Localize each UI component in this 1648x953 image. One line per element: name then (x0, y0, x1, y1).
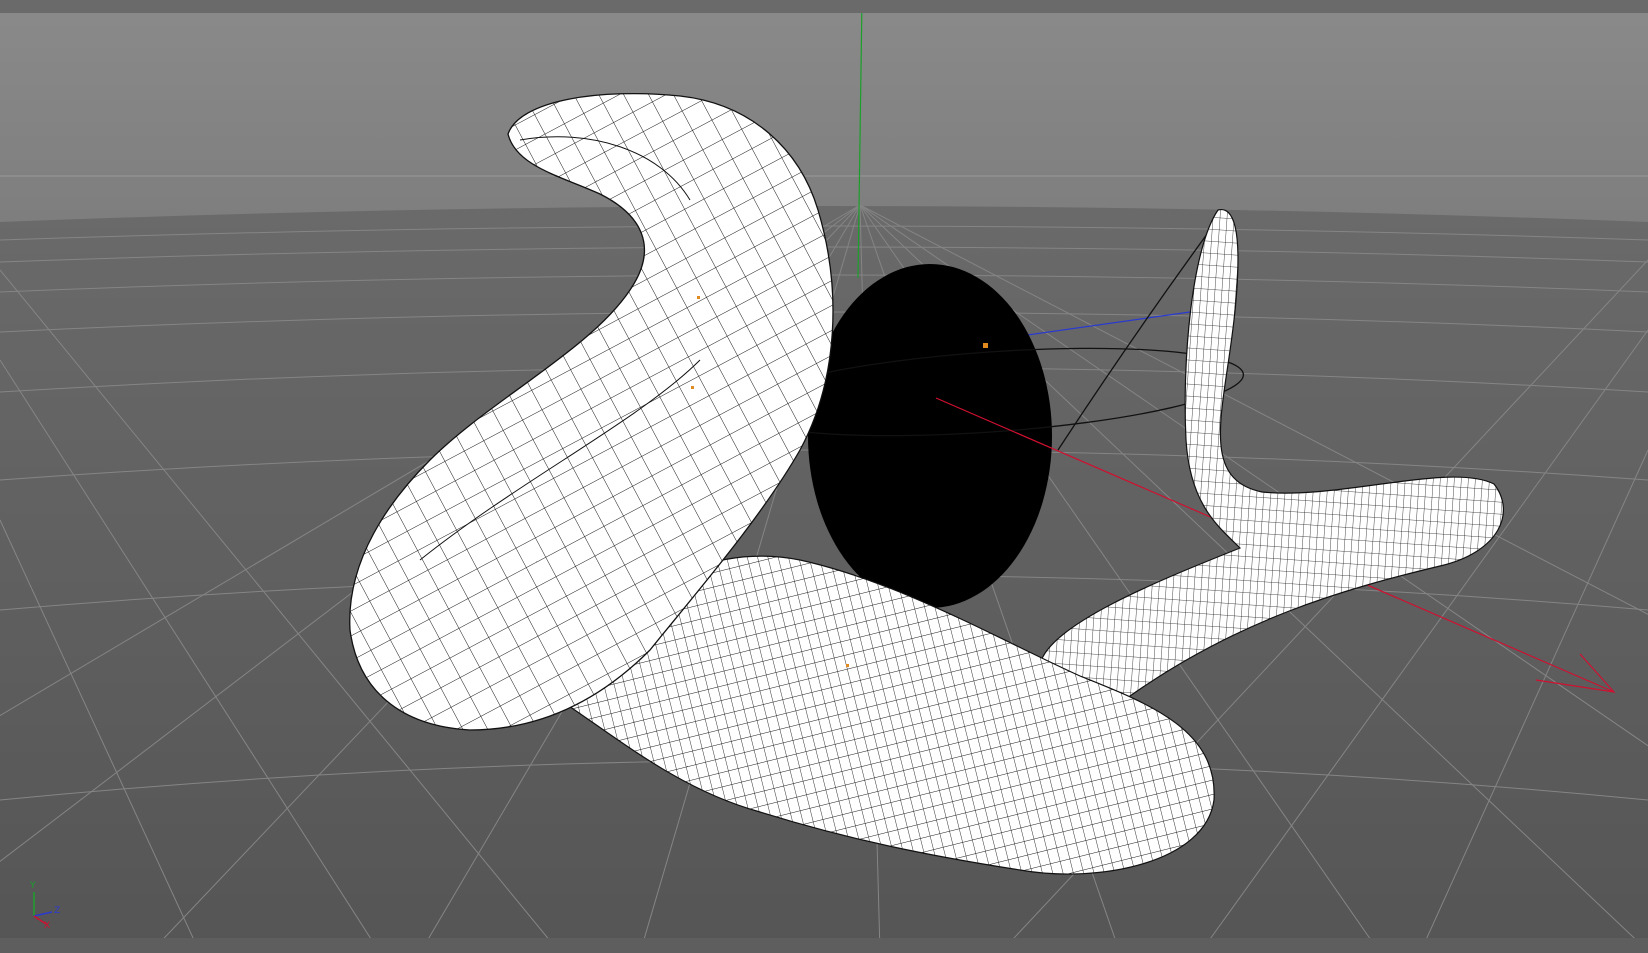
gizmo-x-label: X (44, 921, 51, 931)
black-sphere[interactable] (808, 264, 1052, 608)
viewport-bottom-bar (0, 938, 1648, 953)
gizmo-y-label: Y (30, 881, 36, 891)
gizmo-z-label: Z (54, 906, 61, 916)
scene-canvas[interactable] (0, 0, 1648, 953)
sky-background (0, 0, 1648, 222)
viewport-top-bar (0, 0, 1648, 13)
axis-orientation-gizmo: Y Z X (26, 880, 66, 931)
3d-viewport[interactable]: Y Z X (0, 0, 1648, 953)
